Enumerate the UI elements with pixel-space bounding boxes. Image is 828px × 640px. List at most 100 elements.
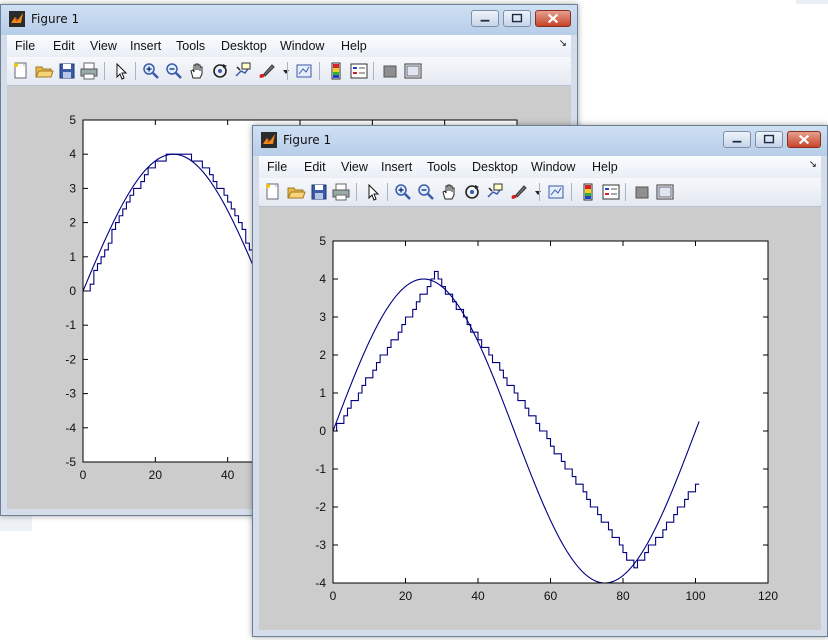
x-tick-label: 80	[616, 589, 630, 603]
menu-bar: File Edit View Insert Tools Desktop Wind…	[7, 35, 571, 57]
show-plot-tools-icon[interactable]	[403, 61, 423, 81]
zoom-out-icon[interactable]	[416, 182, 436, 202]
menu-edit[interactable]: Edit	[304, 160, 326, 174]
figure-canvas: 0 20 40 60 80 100 120 5 4 3 2 1 0 -1 -2 -3 -4	[259, 207, 821, 630]
legend-icon[interactable]	[601, 182, 621, 202]
y-tick-label: -1	[315, 462, 326, 476]
close-button[interactable]	[787, 131, 821, 148]
rotate-3d-icon[interactable]	[462, 182, 482, 202]
pan-hand-icon[interactable]	[187, 61, 207, 81]
plot-axes[interactable]: 0 20 40 60 80 100 120 5 4 3 2 1 0 -1 -2 -3 -4	[259, 207, 821, 630]
open-file-icon[interactable]	[34, 61, 54, 81]
pan-hand-icon[interactable]	[439, 182, 459, 202]
maximize-button[interactable]	[503, 10, 531, 27]
y-tick-label: -2	[65, 352, 76, 366]
menu-insert[interactable]: Insert	[381, 160, 412, 174]
menu-file[interactable]: File	[15, 39, 35, 53]
zoom-in-icon[interactable]	[141, 61, 161, 81]
menu-tools[interactable]: Tools	[427, 160, 456, 174]
save-icon[interactable]	[309, 182, 329, 202]
select-arrow-icon[interactable]	[111, 61, 131, 81]
y-tick-label: 1	[69, 250, 76, 264]
hide-plot-tools-icon[interactable]	[632, 182, 652, 202]
maximize-button[interactable]	[755, 131, 783, 148]
minimize-button[interactable]	[471, 10, 499, 27]
axes-background	[333, 241, 768, 583]
colorbar-icon[interactable]	[326, 61, 346, 81]
new-figure-icon[interactable]	[263, 182, 283, 202]
figure-window-front[interactable]: Figure 1 File Edit View Insert Tools Des…	[252, 125, 828, 637]
toolbar-separator	[625, 183, 626, 201]
title-bar[interactable]: Figure 1	[1, 5, 577, 35]
x-tick-label: 20	[149, 468, 163, 482]
open-file-icon[interactable]	[286, 182, 306, 202]
print-icon[interactable]	[79, 61, 99, 81]
hide-plot-tools-icon[interactable]	[380, 61, 400, 81]
data-cursor-icon[interactable]	[485, 182, 505, 202]
toolbar	[259, 178, 821, 207]
background-strip	[0, 515, 32, 531]
select-arrow-icon[interactable]	[363, 182, 383, 202]
legend-icon[interactable]	[349, 61, 369, 81]
rotate-3d-icon[interactable]	[210, 61, 230, 81]
menu-desktop[interactable]: Desktop	[221, 39, 267, 53]
menu-edit[interactable]: Edit	[53, 39, 75, 53]
menu-help[interactable]: Help	[341, 39, 367, 53]
colorbar-icon[interactable]	[578, 182, 598, 202]
menu-window[interactable]: Window	[531, 160, 575, 174]
matlab-icon	[9, 11, 25, 27]
y-tick-label: -3	[65, 387, 76, 401]
y-tick-label: 3	[69, 181, 76, 195]
chevron-down-icon[interactable]	[276, 61, 289, 81]
y-tick-label: 3	[319, 310, 326, 324]
toolbar-separator	[356, 183, 357, 201]
menu-window[interactable]: Window	[280, 39, 324, 53]
title-bar[interactable]: Figure 1	[253, 126, 827, 156]
link-plot-icon[interactable]	[546, 182, 566, 202]
y-tick-label: 2	[69, 216, 76, 230]
menu-view[interactable]: View	[90, 39, 117, 53]
y-tick-label: 1	[319, 386, 326, 400]
minimize-button[interactable]	[723, 131, 751, 148]
show-plot-tools-icon[interactable]	[655, 182, 675, 202]
toolbar-separator	[319, 62, 320, 80]
x-tick-label: 0	[80, 468, 87, 482]
chevron-down-icon[interactable]	[528, 182, 541, 202]
toolbar-separator	[287, 62, 288, 80]
brush-icon[interactable]	[256, 61, 276, 81]
new-figure-icon[interactable]	[11, 61, 31, 81]
data-cursor-icon[interactable]	[233, 61, 253, 81]
toolbar-separator	[571, 183, 572, 201]
x-tick-label: 120	[758, 589, 778, 603]
toolbar	[7, 57, 571, 86]
dock-arrow-icon[interactable]: ↘	[809, 159, 817, 170]
menu-file[interactable]: File	[267, 160, 287, 174]
toolbar-separator	[539, 183, 540, 201]
menu-desktop[interactable]: Desktop	[472, 160, 518, 174]
brush-icon[interactable]	[508, 182, 528, 202]
x-tick-label: 20	[399, 589, 413, 603]
y-tick-label: 2	[319, 348, 326, 362]
x-tick-label: 40	[471, 589, 485, 603]
menu-help[interactable]: Help	[592, 160, 618, 174]
link-plot-icon[interactable]	[294, 61, 314, 81]
dock-arrow-icon[interactable]: ↘	[559, 38, 567, 49]
y-tick-label: -4	[315, 576, 326, 590]
window-title: Figure 1	[283, 133, 332, 147]
y-tick-label: -5	[65, 455, 76, 469]
y-tick-label: 0	[319, 424, 326, 438]
x-tick-label: 60	[544, 589, 558, 603]
menu-insert[interactable]: Insert	[130, 39, 161, 53]
close-button[interactable]	[535, 10, 571, 27]
zoom-out-icon[interactable]	[164, 61, 184, 81]
print-icon[interactable]	[331, 182, 351, 202]
y-tick-label: 0	[69, 284, 76, 298]
save-icon[interactable]	[57, 61, 77, 81]
y-tick-label: -3	[315, 538, 326, 552]
toolbar-separator	[373, 62, 374, 80]
zoom-in-icon[interactable]	[393, 182, 413, 202]
menu-view[interactable]: View	[341, 160, 368, 174]
y-tick-label: 5	[69, 113, 76, 127]
menu-bar: File Edit View Insert Tools Desktop Wind…	[259, 156, 821, 178]
menu-tools[interactable]: Tools	[176, 39, 205, 53]
